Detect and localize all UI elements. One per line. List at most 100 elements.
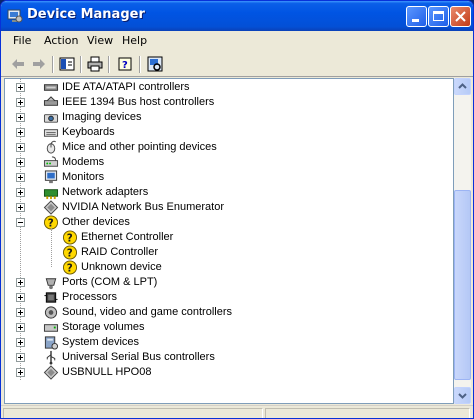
expand-toggle[interactable]: [16, 278, 25, 287]
system-device-icon: [44, 336, 59, 350]
processor-icon: [44, 292, 58, 303]
window-title: Device Manager: [27, 7, 145, 22]
tree-category-label[interactable]: Monitors: [62, 170, 104, 185]
expand-toggle[interactable]: [16, 113, 25, 122]
print-icon[interactable]: [87, 56, 103, 72]
maximize-icon: [433, 11, 444, 21]
expand-toggle[interactable]: [16, 98, 25, 107]
expand-toggle[interactable]: [16, 353, 25, 362]
expand-toggle[interactable]: [16, 173, 25, 182]
tree-category-label[interactable]: Universal Serial Bus controllers: [62, 350, 215, 365]
tree-category-row[interactable]: USBNULL HPO08: [5, 365, 435, 380]
menu-view[interactable]: View: [87, 34, 113, 47]
device-tree[interactable]: IDE ATA/ATAPI controllers IEEE 1394 Bus h…: [4, 78, 454, 404]
tree-category-row[interactable]: Monitors: [5, 170, 435, 185]
tree-category-row[interactable]: Network adapters: [5, 185, 435, 200]
menu-help[interactable]: Help: [122, 34, 147, 47]
help-icon[interactable]: ?: [117, 56, 133, 72]
tree-device-label[interactable]: Ethernet Controller: [81, 230, 173, 245]
expand-toggle[interactable]: [16, 323, 25, 332]
tree-category-label[interactable]: Modems: [62, 155, 104, 170]
tree-device-label[interactable]: RAID Controller: [81, 245, 158, 260]
expand-toggle[interactable]: [16, 143, 25, 152]
tree-category-label[interactable]: USBNULL HPO08: [62, 365, 151, 380]
tree-category-label[interactable]: Storage volumes: [62, 320, 145, 335]
menu-action[interactable]: Action: [44, 34, 78, 47]
tree-device-row[interactable]: ? RAID Controller: [5, 245, 435, 260]
tree-category-row[interactable]: Storage volumes: [5, 320, 435, 335]
chevron-up-icon: [458, 83, 467, 89]
properties-icon[interactable]: [59, 56, 75, 72]
tree-category-label[interactable]: Ports (COM & LPT): [62, 275, 157, 290]
tree-category-label[interactable]: IEEE 1394 Bus host controllers: [62, 95, 214, 110]
keyboard-icon: [43, 129, 59, 137]
tree-device-label[interactable]: Unknown device: [81, 260, 162, 275]
status-bar: [1, 405, 473, 418]
forward-arrow-icon[interactable]: [31, 56, 47, 72]
bus-enumerator-icon: [43, 200, 59, 215]
expand-toggle[interactable]: [16, 188, 25, 197]
scroll-thumb[interactable]: [454, 190, 471, 380]
usb-icon: [46, 350, 56, 365]
status-panel: [265, 408, 470, 418]
tree-category-row[interactable]: Universal Serial Bus controllers: [5, 350, 435, 365]
tree-category-label[interactable]: Network adapters: [62, 185, 148, 200]
tree-category-label[interactable]: Mice and other pointing devices: [62, 140, 217, 155]
back-arrow-icon[interactable]: [10, 56, 26, 72]
tree-category-row[interactable]: Processors: [5, 290, 435, 305]
tree-device-row[interactable]: ? Unknown device: [5, 260, 435, 275]
tree-category-row[interactable]: ? Other devices: [5, 215, 435, 230]
tree-category-row[interactable]: Mice and other pointing devices: [5, 140, 435, 155]
close-button[interactable]: [450, 6, 471, 27]
tree-category-label[interactable]: NVIDIA Network Bus Enumerator: [62, 200, 224, 215]
tree-category-row[interactable]: Ports (COM & LPT): [5, 275, 435, 290]
menu-bar: File Action View Help: [1, 31, 473, 53]
expand-toggle[interactable]: [16, 83, 25, 92]
expand-toggle[interactable]: [16, 338, 25, 347]
tree-category-row[interactable]: IDE ATA/ATAPI controllers: [5, 80, 435, 95]
ide-controller-icon: [43, 84, 59, 91]
expand-toggle[interactable]: [16, 158, 25, 167]
scan-hardware-icon[interactable]: [147, 56, 163, 72]
tree-category-label[interactable]: Sound, video and game controllers: [62, 305, 232, 320]
tree-category-row[interactable]: System devices: [5, 335, 435, 350]
menu-file[interactable]: File: [13, 34, 31, 47]
tree-category-label[interactable]: Keyboards: [62, 125, 115, 140]
bus-enumerator-icon: [43, 365, 59, 380]
unknown-device-icon: ?: [62, 260, 78, 275]
expand-toggle[interactable]: [16, 368, 25, 377]
toolbar-separator: [108, 56, 110, 73]
vertical-scrollbar[interactable]: [454, 78, 471, 404]
expand-toggle[interactable]: [16, 293, 25, 302]
scroll-down-button[interactable]: [454, 387, 471, 404]
tree-category-label[interactable]: Imaging devices: [62, 110, 142, 125]
toolbar-separator: [52, 56, 54, 73]
expand-toggle[interactable]: [16, 308, 25, 317]
tree-category-row[interactable]: Keyboards: [5, 125, 435, 140]
network-adapter-icon: [43, 189, 59, 200]
expand-toggle[interactable]: [16, 128, 25, 137]
svg-text:?: ?: [67, 263, 73, 275]
tree-category-row[interactable]: Modems: [5, 155, 435, 170]
maximize-button[interactable]: [428, 6, 449, 27]
expand-toggle[interactable]: [16, 203, 25, 212]
collapse-toggle[interactable]: [16, 218, 25, 227]
tree-category-label[interactable]: Other devices: [62, 215, 130, 230]
toolbar: ?: [1, 52, 473, 77]
title-bar[interactable]: Device Manager: [1, 1, 473, 31]
scroll-up-button[interactable]: [454, 78, 471, 95]
chevron-down-icon: [458, 393, 467, 399]
tree-category-label[interactable]: System devices: [62, 335, 139, 350]
tree-category-row[interactable]: Imaging devices: [5, 110, 435, 125]
modem-icon: [43, 156, 59, 167]
tree-category-row[interactable]: NVIDIA Network Bus Enumerator: [5, 200, 435, 215]
tree-device-row[interactable]: ? Ethernet Controller: [5, 230, 435, 245]
sound-icon: [44, 306, 58, 319]
minimize-button[interactable]: [406, 6, 427, 27]
tree-category-row[interactable]: Sound, video and game controllers: [5, 305, 435, 320]
toolbar-separator: [80, 56, 82, 73]
tree-category-label[interactable]: IDE ATA/ATAPI controllers: [62, 80, 190, 95]
status-panel: [3, 408, 263, 418]
tree-category-label[interactable]: Processors: [62, 290, 117, 305]
tree-category-row[interactable]: IEEE 1394 Bus host controllers: [5, 95, 435, 110]
